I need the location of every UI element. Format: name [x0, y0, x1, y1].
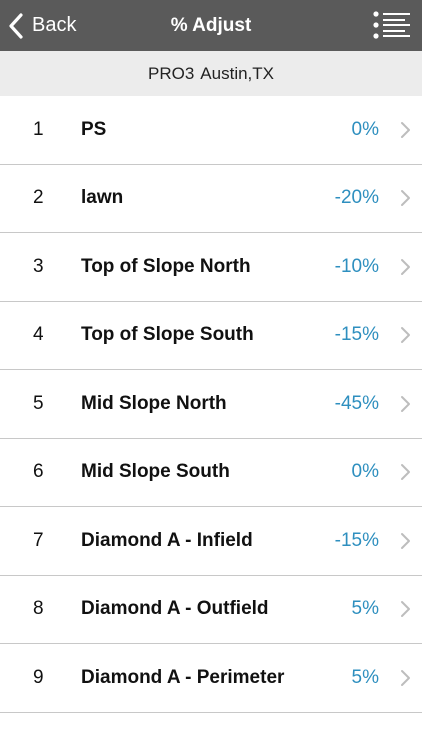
zone-number: 3 [33, 255, 44, 277]
zone-name: Diamond A - Infield [81, 529, 253, 551]
zone-number: 8 [33, 598, 44, 620]
zone-row[interactable]: 9 Diamond A - Perimeter 5% [0, 644, 422, 713]
zone-name: Top of Slope South [81, 324, 254, 346]
zone-row[interactable]: 1 PS 0% [0, 96, 422, 165]
zone-number: 6 [33, 461, 44, 483]
zone-name: PS [81, 118, 107, 140]
zone-name: Top of Slope North [81, 255, 251, 277]
zone-number: 4 [33, 324, 44, 346]
chevron-right-icon [399, 462, 411, 482]
zone-percent: -20% [334, 187, 379, 209]
zone-number: 1 [33, 118, 44, 140]
nav-bar: Back % Adjust [0, 0, 422, 51]
chevron-right-icon [399, 668, 411, 688]
zone-name: Mid Slope North [81, 392, 227, 414]
zone-name: lawn [81, 187, 124, 209]
zone-name: Diamond A - Outfield [81, 598, 269, 620]
zone-number: 2 [33, 187, 44, 209]
zone-number: 7 [33, 529, 44, 551]
zone-row[interactable]: 5 Mid Slope North -45% [0, 370, 422, 439]
chevron-right-icon [399, 599, 411, 619]
controller-header: PRO3 Austin,TX [0, 51, 422, 96]
zone-percent: -15% [334, 529, 379, 551]
controller-name: PRO3 [148, 63, 195, 83]
chevron-right-icon [399, 257, 411, 277]
zone-percent: 5% [351, 666, 379, 688]
zone-percent: -15% [334, 324, 379, 346]
back-button[interactable]: Back [0, 0, 86, 51]
zone-row[interactable]: 2 lawn -20% [0, 164, 422, 233]
chevron-right-icon [399, 188, 411, 208]
zone-name: Mid Slope South [81, 461, 230, 483]
zone-row[interactable]: 3 Top of Slope North -10% [0, 233, 422, 302]
zone-row[interactable]: 4 Top of Slope South -15% [0, 301, 422, 370]
zone-name: Diamond A - Perimeter [81, 666, 285, 688]
zone-list: 1 PS 0% 2 lawn -20% 3 Top of Slope North… [0, 96, 422, 713]
menu-button[interactable] [372, 8, 412, 42]
controller-location: Austin,TX [200, 63, 274, 83]
chevron-right-icon [399, 531, 411, 551]
zone-percent: 5% [351, 598, 379, 620]
chevron-left-icon [8, 12, 26, 39]
chevron-right-icon [399, 325, 411, 345]
zone-number: 5 [33, 392, 44, 414]
zone-row[interactable]: 8 Diamond A - Outfield 5% [0, 575, 422, 644]
list-menu-icon [372, 11, 412, 46]
zone-percent: 0% [351, 461, 379, 483]
zone-row[interactable]: 6 Mid Slope South 0% [0, 438, 422, 507]
back-label: Back [32, 14, 77, 36]
zone-percent: 0% [351, 118, 379, 140]
zone-row[interactable]: 7 Diamond A - Infield -15% [0, 507, 422, 576]
zone-number: 9 [33, 666, 44, 688]
chevron-right-icon [399, 394, 411, 414]
chevron-right-icon [399, 120, 411, 140]
zone-percent: -45% [334, 392, 379, 414]
zone-percent: -10% [334, 255, 379, 277]
